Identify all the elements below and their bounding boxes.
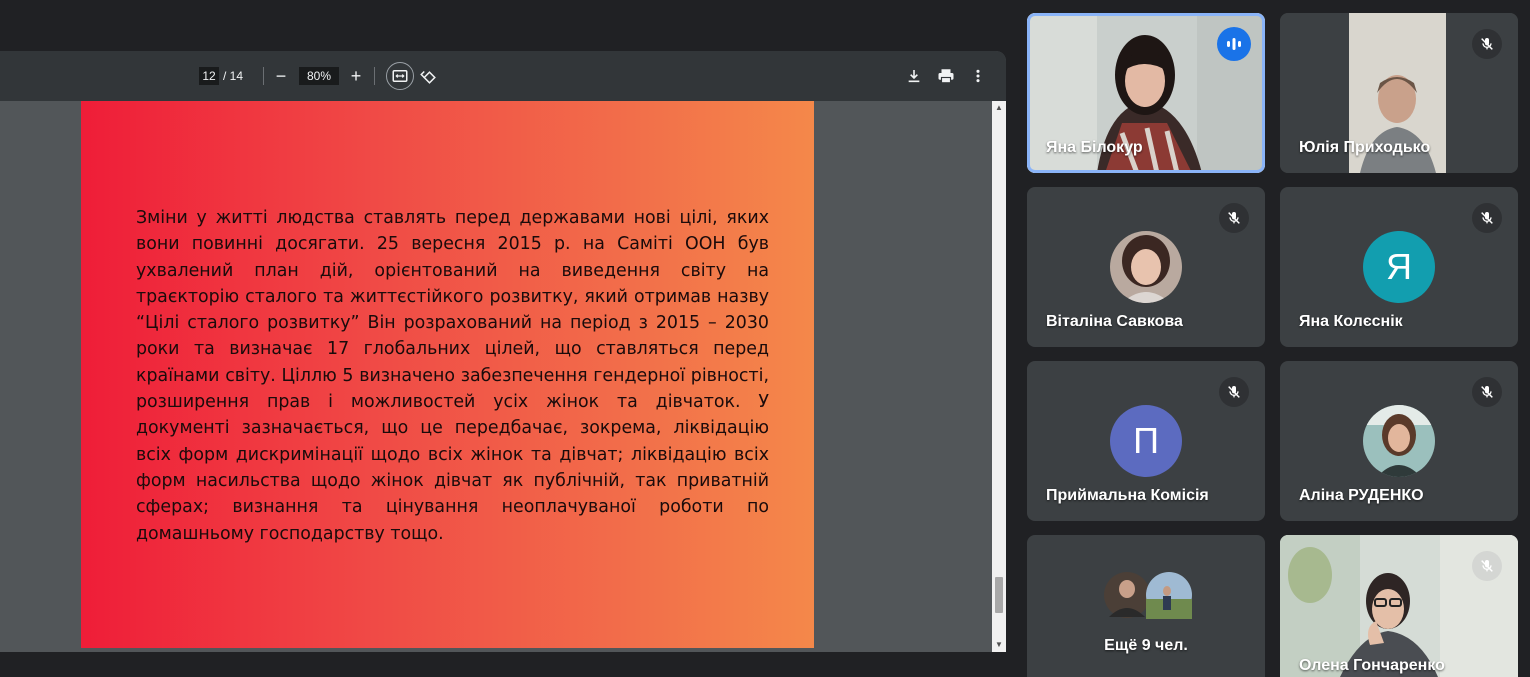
participant-tile[interactable]: Віталіна Савкова (1027, 187, 1265, 347)
more-options-button[interactable] (966, 64, 990, 88)
muted-mic-icon (1219, 203, 1249, 233)
meeting-screen: 12 / 14 − 80% + Зміни у житті людства ст… (0, 0, 1530, 677)
participant-name: Олена Гончаренко (1299, 657, 1445, 674)
participant-tile[interactable]: Юлія Приходько (1280, 13, 1518, 173)
speaking-indicator (1217, 27, 1251, 61)
pdf-document-area[interactable]: Зміни у житті людства ставлять перед дер… (0, 101, 992, 652)
participant-tile[interactable]: Яна Білокур (1027, 13, 1265, 173)
audio-level-icon (1227, 38, 1241, 50)
rotate-button[interactable] (416, 64, 440, 88)
participant-tile[interactable]: Я Яна Колєснік (1280, 187, 1518, 347)
rotate-icon (420, 70, 436, 84)
fit-to-page-button[interactable] (386, 62, 414, 90)
scroll-down-icon[interactable]: ▼ (994, 640, 1004, 650)
muted-mic-icon (1472, 203, 1502, 233)
participant-name: Яна Колєснік (1299, 313, 1403, 330)
participant-name: Приймальна Комісія (1046, 487, 1209, 504)
participant-name: Віталіна Савкова (1046, 313, 1183, 330)
more-participants-avatars (1104, 572, 1192, 619)
toolbar-divider (263, 67, 264, 85)
participant-tile[interactable]: П Приймальна Комісія (1027, 361, 1265, 521)
page-total: / 14 (223, 69, 244, 83)
muted-mic-icon (1472, 377, 1502, 407)
avatar (1110, 231, 1182, 303)
more-participants-tile[interactable]: Ещё 9 чел. (1027, 535, 1265, 677)
download-icon (908, 70, 920, 83)
zoom-in-button[interactable]: + (344, 64, 368, 88)
pdf-toolbar: 12 / 14 − 80% + (0, 51, 1006, 101)
more-vert-icon (976, 69, 980, 83)
pdf-page: Зміни у житті людства ставлять перед дер… (81, 101, 814, 648)
avatar (1363, 405, 1435, 477)
scroll-thumb[interactable] (995, 577, 1003, 613)
page-number-input[interactable]: 12 (199, 67, 219, 85)
fit-to-page-icon (392, 70, 408, 82)
avatar-letter: П (1110, 405, 1182, 477)
participant-name: Яна Білокур (1046, 139, 1143, 156)
muted-mic-icon (1472, 551, 1502, 581)
muted-mic-icon (1472, 29, 1502, 59)
scroll-up-icon[interactable]: ▲ (994, 103, 1004, 113)
more-participants-label: Ещё 9 чел. (1104, 637, 1188, 654)
zoom-out-button[interactable]: − (269, 64, 293, 88)
pdf-scrollbar[interactable]: ▲ ▼ (992, 101, 1006, 652)
participant-name: Аліна РУДЕНКО (1299, 487, 1424, 504)
participant-tile[interactable]: Олена Гончаренко (1280, 535, 1518, 677)
toolbar-divider (374, 67, 375, 85)
zoom-input[interactable]: 80% (299, 67, 339, 85)
shared-pdf-viewer: 12 / 14 − 80% + Зміни у житті людства ст… (0, 51, 1006, 652)
print-button[interactable] (934, 64, 958, 88)
print-icon (938, 69, 954, 84)
download-button[interactable] (902, 64, 926, 88)
participant-tile[interactable]: Аліна РУДЕНКО (1280, 361, 1518, 521)
avatar-letter: Я (1363, 231, 1435, 303)
pdf-page-text: Зміни у житті людства ставлять перед дер… (136, 208, 769, 544)
participant-name: Юлія Приходько (1299, 139, 1431, 156)
muted-mic-icon (1219, 377, 1249, 407)
